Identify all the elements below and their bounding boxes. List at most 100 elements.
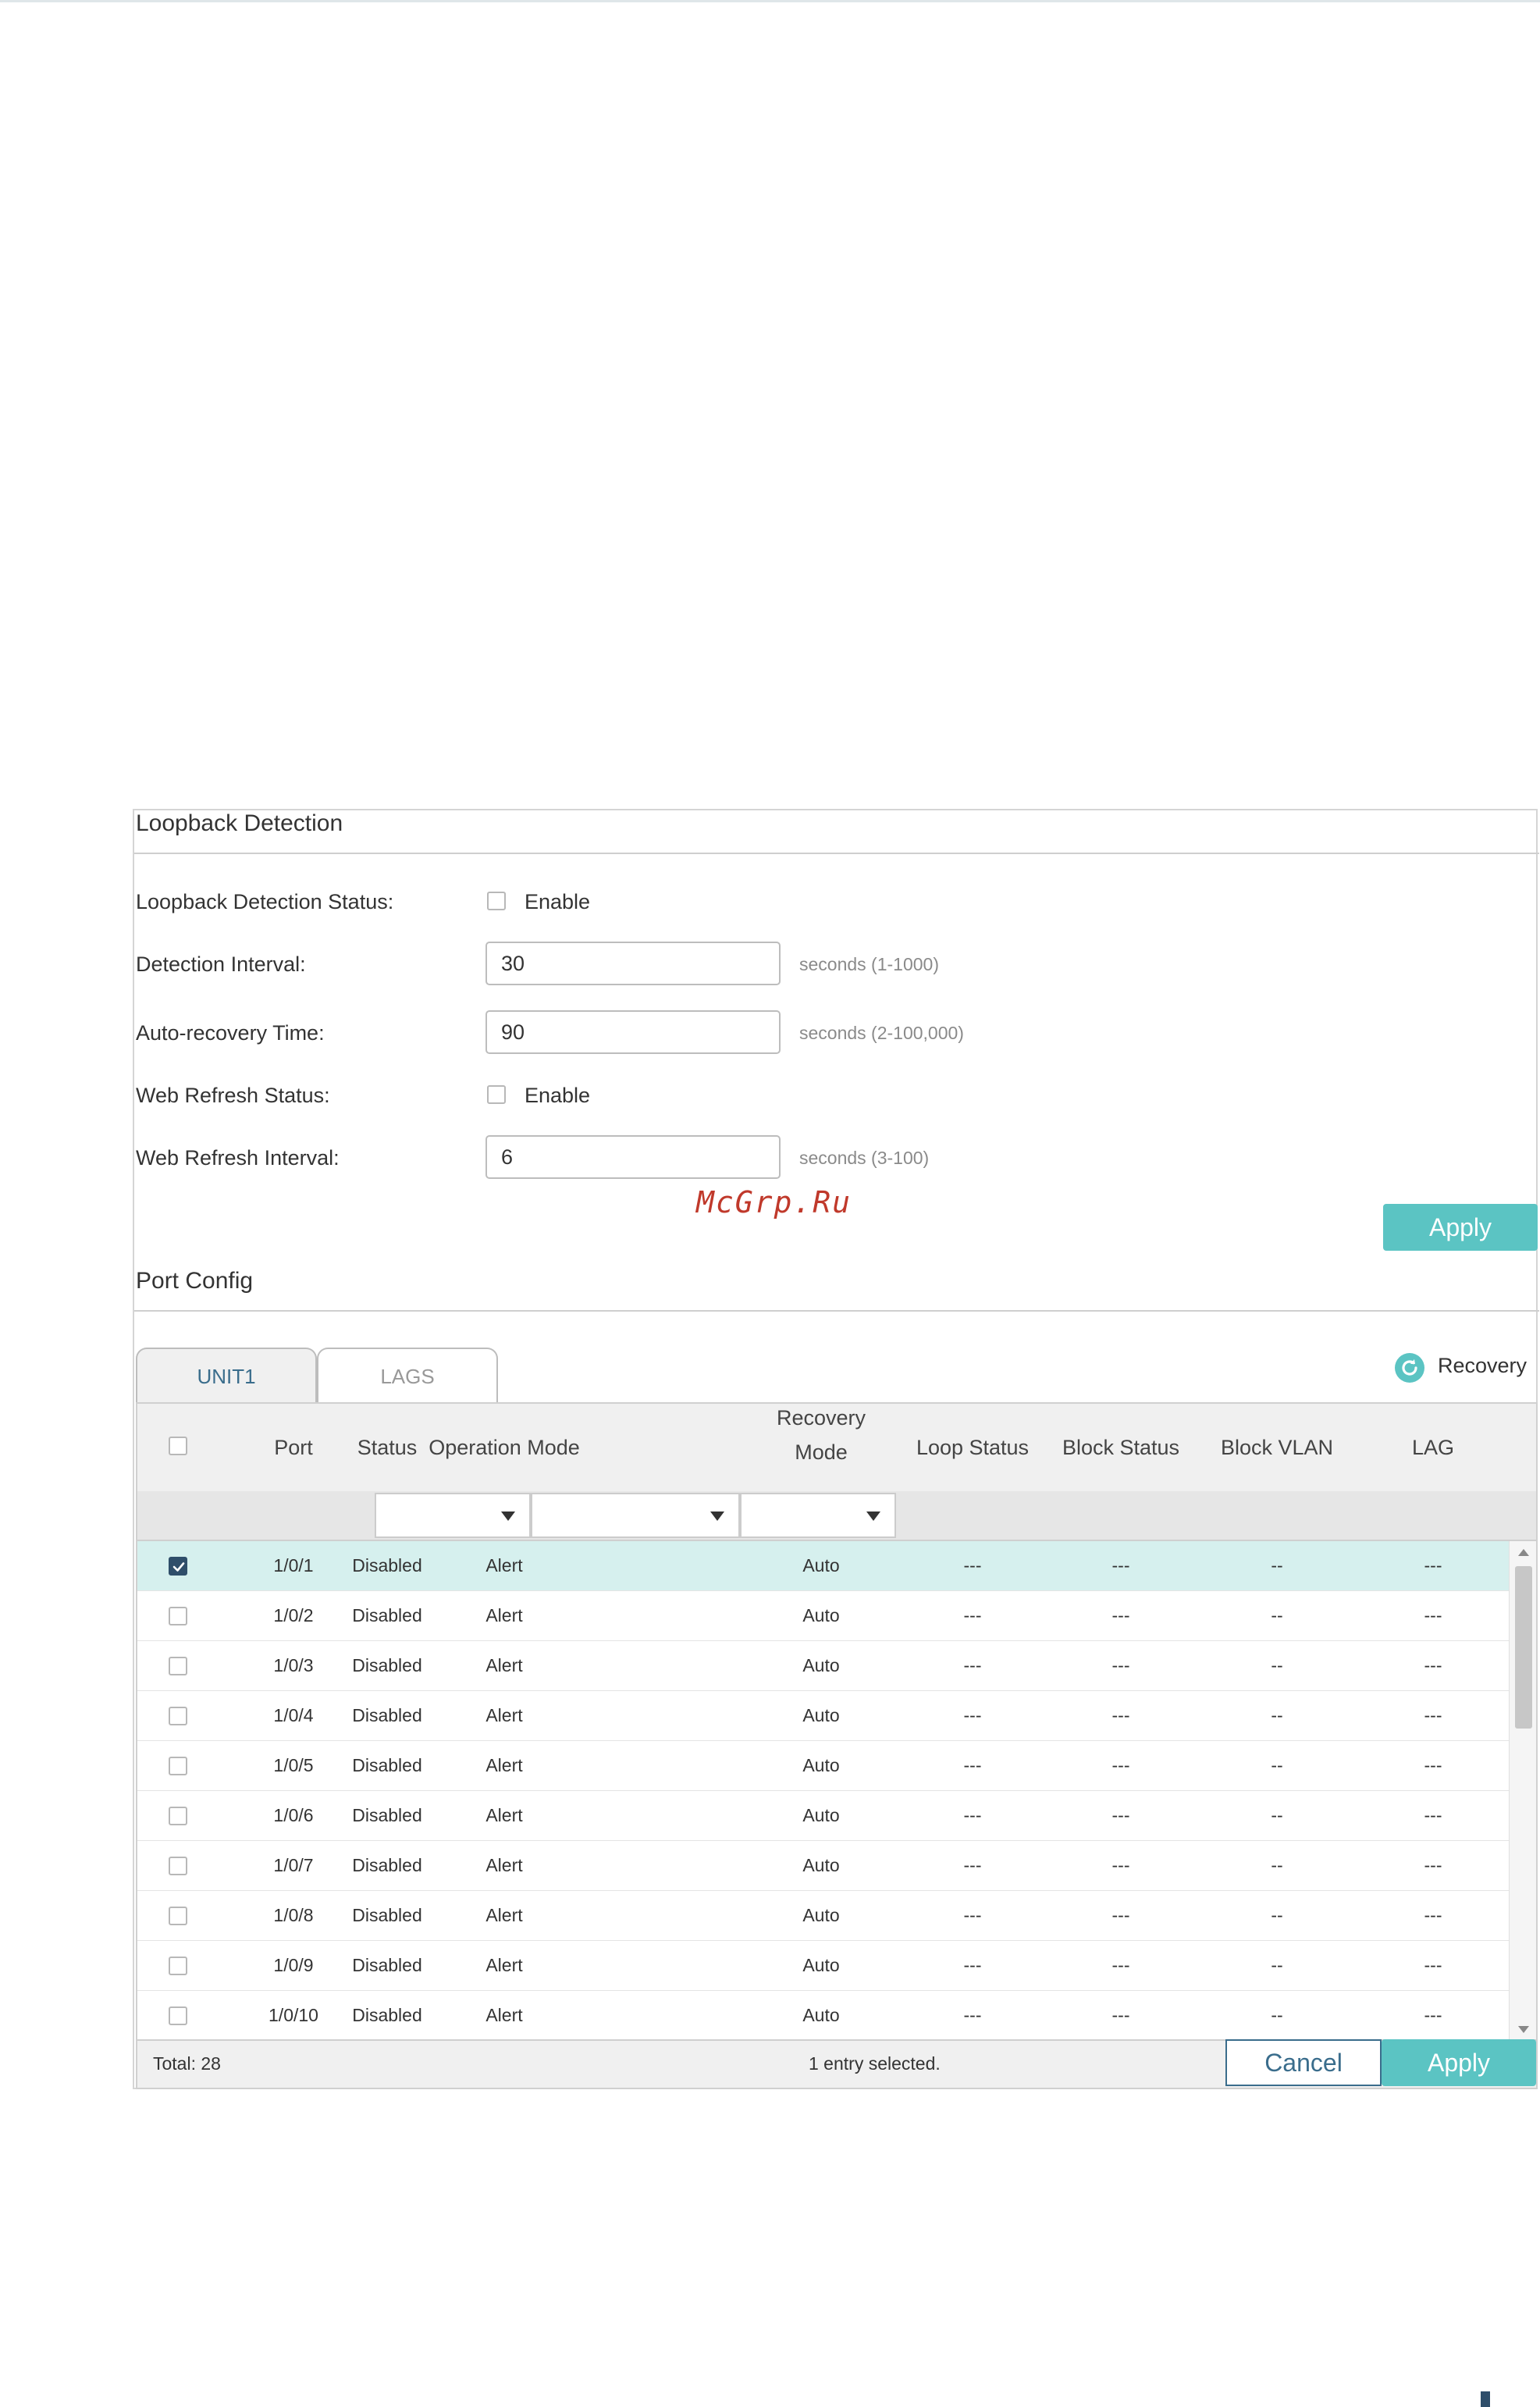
col-block-vlan[interactable]: Block VLAN	[1191, 1432, 1363, 1463]
table-row[interactable]: 1/0/7 Disabled Alert Auto --- --- -- ---	[137, 1841, 1511, 1891]
cell-operation-mode: Alert	[485, 1755, 523, 1775]
cell-operation-mode: Alert	[485, 1605, 523, 1625]
cell-port: 1/0/1	[273, 1555, 314, 1576]
cell-recovery-mode: Auto	[802, 1855, 840, 1875]
cell-block-status: ---	[1111, 1655, 1130, 1675]
cell-block-status: ---	[1111, 1755, 1130, 1775]
cell-port: 1/0/10	[269, 2005, 318, 2025]
cell-block-status: ---	[1111, 1855, 1130, 1875]
table-header: Port Status Operation Mode Recovery Mode…	[137, 1404, 1536, 1493]
col-block-status[interactable]: Block Status	[1035, 1432, 1207, 1463]
cell-operation-mode: Alert	[485, 1555, 523, 1576]
table-row[interactable]: 1/0/10 Disabled Alert Auto --- --- -- ---	[137, 1991, 1511, 2041]
cell-recovery-mode: Auto	[802, 1705, 840, 1725]
cell-block-vlan: --	[1271, 1905, 1283, 1925]
col-recovery-mode-line2: Mode	[795, 1440, 848, 1464]
loopback-status-label: Loopback Detection Status:	[136, 890, 394, 913]
refresh-icon	[1395, 1353, 1424, 1383]
table-row[interactable]: 1/0/2 Disabled Alert Auto --- --- -- ---	[137, 1591, 1511, 1641]
cell-block-vlan: --	[1271, 1955, 1283, 1975]
row-checkbox[interactable]	[169, 1707, 187, 1725]
row-checkbox[interactable]	[169, 1757, 187, 1775]
row-checkbox[interactable]	[169, 1607, 187, 1625]
tab-unit1[interactable]: UNIT1	[136, 1348, 317, 1402]
cell-block-status: ---	[1111, 1905, 1130, 1925]
row-checkbox[interactable]	[169, 2006, 187, 2025]
scroll-up-icon[interactable]	[1518, 1549, 1529, 1556]
scroll-down-icon[interactable]	[1518, 2026, 1529, 2033]
cell-lag: ---	[1424, 1555, 1442, 1576]
select-all-checkbox[interactable]	[169, 1437, 187, 1455]
dropdown-caret-icon	[866, 1511, 880, 1521]
cell-lag: ---	[1424, 1955, 1442, 1975]
web-refresh-status-label: Web Refresh Status:	[136, 1084, 330, 1107]
cell-loop-status: ---	[963, 2005, 982, 2025]
port-config-apply-button[interactable]: Apply	[1382, 2039, 1536, 2086]
row-checkbox[interactable]	[169, 1807, 187, 1825]
cell-block-vlan: --	[1271, 1755, 1283, 1775]
cell-operation-mode: Alert	[485, 1955, 523, 1975]
cancel-button[interactable]: Cancel	[1225, 2039, 1382, 2086]
table-row[interactable]: 1/0/1 Disabled Alert Auto --- --- -- ---	[137, 1541, 1511, 1591]
table-row[interactable]: 1/0/6 Disabled Alert Auto --- --- -- ---	[137, 1791, 1511, 1841]
table-row[interactable]: 1/0/9 Disabled Alert Auto --- --- -- ---	[137, 1941, 1511, 1991]
total-count: Total: 28	[153, 2053, 221, 2074]
web-refresh-status-checkbox[interactable]	[487, 1085, 506, 1104]
row-checkbox[interactable]	[169, 1657, 187, 1675]
cell-port: 1/0/2	[273, 1605, 314, 1625]
cell-recovery-mode: Auto	[802, 2005, 840, 2025]
cell-block-vlan: --	[1271, 1805, 1283, 1825]
row-checkbox[interactable]	[169, 1857, 187, 1875]
col-operation-mode[interactable]: Operation Mode	[403, 1432, 606, 1463]
auto-recovery-input[interactable]	[485, 1010, 781, 1054]
port-table: Port Status Operation Mode Recovery Mode…	[136, 1402, 1538, 2089]
cell-block-status: ---	[1111, 1605, 1130, 1625]
cell-block-status: ---	[1111, 2005, 1130, 2025]
table-row[interactable]: 1/0/8 Disabled Alert Auto --- --- -- ---	[137, 1891, 1511, 1941]
detection-interval-label: Detection Interval:	[136, 952, 306, 976]
port-config-title: Port Config	[136, 1268, 254, 1294]
table-row[interactable]: 1/0/4 Disabled Alert Auto --- --- -- ---	[137, 1691, 1511, 1741]
auto-recovery-label: Auto-recovery Time:	[136, 1021, 325, 1045]
table-row[interactable]: 1/0/5 Disabled Alert Auto --- --- -- ---	[137, 1741, 1511, 1791]
recovery-mode-filter-select[interactable]	[740, 1493, 896, 1538]
cell-loop-status: ---	[963, 1555, 982, 1576]
tab-lags[interactable]: LAGS	[317, 1348, 498, 1402]
cell-block-vlan: --	[1271, 2005, 1283, 2025]
cell-lag: ---	[1424, 1755, 1442, 1775]
cell-loop-status: ---	[963, 1755, 982, 1775]
web-refresh-interval-input[interactable]	[485, 1135, 781, 1179]
cell-block-vlan: --	[1271, 1605, 1283, 1625]
cell-lag: ---	[1424, 1655, 1442, 1675]
detection-interval-input[interactable]	[485, 942, 781, 985]
cell-port: 1/0/3	[273, 1655, 314, 1675]
loopback-detection-panel: Loopback Detection Loopback Detection St…	[133, 809, 1539, 2089]
cell-operation-mode: Alert	[485, 1805, 523, 1825]
row-checkbox[interactable]	[169, 1907, 187, 1925]
col-port[interactable]: Port	[262, 1432, 325, 1463]
col-recovery-mode-line1: Recovery	[776, 1406, 866, 1430]
col-recovery-mode[interactable]: Recovery Mode	[743, 1404, 899, 1468]
table-scrollbar[interactable]	[1509, 1541, 1536, 2041]
scroll-thumb[interactable]	[1515, 1566, 1532, 1729]
col-lag[interactable]: LAG	[1355, 1432, 1511, 1463]
row-checkbox[interactable]	[169, 1557, 187, 1576]
table-body: 1/0/1 Disabled Alert Auto --- --- -- --- 1/0/2 Di…	[137, 1541, 1511, 2041]
recovery-label: Recovery	[1438, 1354, 1528, 1377]
cell-operation-mode: Alert	[485, 1905, 523, 1925]
operation-mode-filter-select[interactable]	[531, 1493, 740, 1538]
recovery-button[interactable]: Recovery	[1394, 1351, 1535, 1385]
loopback-apply-button[interactable]: Apply	[1383, 1204, 1538, 1251]
cell-recovery-mode: Auto	[802, 1955, 840, 1975]
check-icon	[172, 1562, 185, 1572]
section-divider	[134, 853, 1539, 854]
cell-loop-status: ---	[963, 1705, 982, 1725]
row-checkbox[interactable]	[169, 1957, 187, 1975]
cell-port: 1/0/6	[273, 1805, 314, 1825]
status-filter-select[interactable]	[375, 1493, 531, 1538]
table-row[interactable]: 1/0/3 Disabled Alert Auto --- --- -- ---	[137, 1641, 1511, 1691]
loopback-detection-title: Loopback Detection	[136, 810, 343, 836]
cell-block-status: ---	[1111, 1705, 1130, 1725]
col-loop-status[interactable]: Loop Status	[887, 1432, 1058, 1463]
loopback-status-checkbox[interactable]	[487, 892, 506, 910]
